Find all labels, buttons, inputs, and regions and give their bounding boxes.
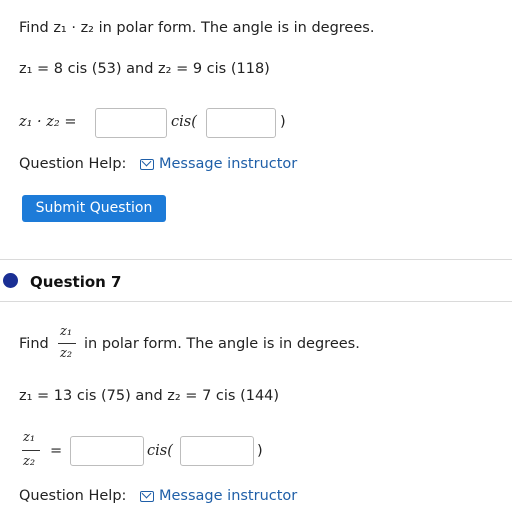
q7-prompt-rest: in polar form. The angle is in degrees. [84,336,360,352]
q7-answer-denominator: z₂ [23,454,36,469]
envelope-icon [140,159,154,170]
q6-given: z₁ = 8 cis (53) and z₂ = 9 cis (118) [19,61,270,77]
q7-prompt-denominator: z₂ [60,346,73,361]
q7-message-instructor-link[interactable]: Message instructor [159,488,297,504]
q7-modulus-input[interactable] [70,436,144,466]
question-status-dot [3,273,18,288]
q7-title: Question 7 [30,273,122,291]
q7-prompt-fraction: z₁ z₂ [58,324,76,364]
q6-modulus-input[interactable] [95,108,167,138]
q7-close-paren: ) [257,443,263,459]
q7-find: Find [19,336,49,352]
q7-help-label: Question Help: [19,488,127,504]
q7-prompt-numerator: z₁ [60,324,73,339]
divider-bottom [0,301,512,302]
q6-prompt: Find z₁ · z₂ in polar form. The angle is… [19,20,375,36]
q7-angle-input[interactable] [180,436,254,466]
q7-prompt-fraction-bar [58,343,76,344]
q6-cis-label: cis( [171,114,197,130]
divider-top [0,259,512,260]
q7-answer-numerator: z₁ [23,430,36,445]
q6-close-paren: ) [280,114,286,130]
q7-answer-fraction-bar [22,450,40,451]
q6-angle-input[interactable] [206,108,276,138]
submit-question-button[interactable]: Submit Question [22,195,166,222]
q6-help-label: Question Help: [19,156,127,172]
envelope-icon [140,491,154,502]
q7-cis-label: cis( [147,443,173,459]
q7-answer-fraction: z₁ z₂ [22,430,40,472]
q7-given: z₁ = 13 cis (75) and z₂ = 7 cis (144) [19,388,280,404]
q7-equals: = [50,443,63,459]
q6-answer-label: z₁ · z₂ = [19,114,77,130]
q6-message-instructor-link[interactable]: Message instructor [159,156,297,172]
